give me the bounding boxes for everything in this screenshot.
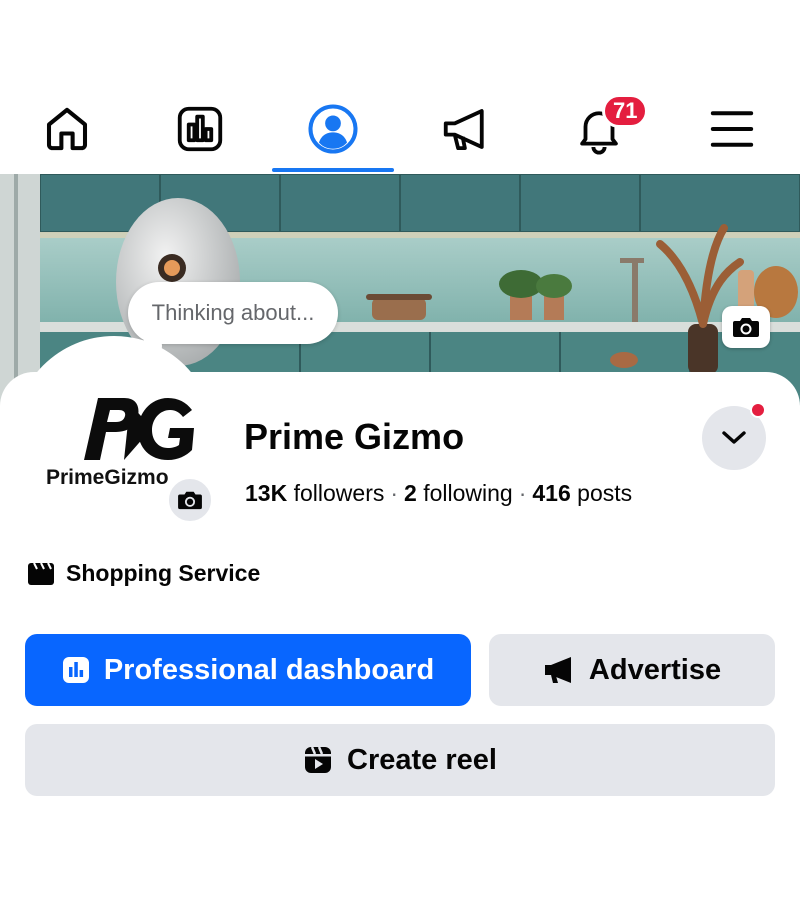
edit-cover-button[interactable] [722, 306, 770, 348]
professional-dashboard-button[interactable]: Professional dashboard [25, 634, 471, 706]
notification-badge: 71 [602, 94, 649, 128]
followers-count: 13K [245, 480, 288, 506]
page-name: Prime Gizmo [244, 416, 465, 457]
advertise-label: Advertise [588, 653, 722, 686]
profile-icon [308, 104, 358, 154]
posts-count: 416 [532, 480, 571, 506]
following-count: 2 [404, 480, 417, 506]
dashboard-icon [177, 106, 223, 152]
home-icon [46, 107, 88, 151]
category-label: Shopping Service [66, 560, 261, 586]
reel-icon [305, 746, 332, 773]
edit-avatar-button[interactable] [166, 476, 214, 524]
nav-notifications[interactable]: 71 [554, 84, 649, 174]
chevron-down-icon [722, 431, 746, 444]
shop-icon [28, 562, 54, 585]
brand-logo-icon [84, 398, 194, 460]
create-reel-label: Create reel [347, 743, 497, 776]
profile-stats: 13K followers · 2 following · 416 posts [245, 480, 632, 507]
stats-separator: · [390, 480, 399, 506]
megaphone-icon [544, 657, 571, 683]
nav-home[interactable] [22, 84, 112, 174]
megaphone-icon [443, 109, 484, 151]
nav-advertise[interactable] [421, 84, 511, 174]
nav-active-indicator [272, 168, 394, 172]
nav-profile[interactable] [288, 84, 378, 174]
camera-icon [733, 318, 759, 337]
posts-label[interactable]: posts [577, 480, 632, 506]
dashboard-icon [62, 657, 89, 683]
notification-dot [750, 402, 766, 418]
advertise-button[interactable]: Advertise [489, 634, 775, 706]
top-nav: 71 [0, 84, 800, 174]
following-label[interactable]: following [423, 480, 513, 506]
menu-icon [710, 111, 754, 147]
nav-dashboard[interactable] [155, 84, 245, 174]
followers-label[interactable]: followers [294, 480, 385, 506]
thought-bubble[interactable]: Thinking about... [128, 282, 338, 344]
nav-menu[interactable] [687, 84, 777, 174]
create-reel-button[interactable]: Create reel [25, 724, 775, 796]
thought-bubble-text: Thinking about... [151, 300, 315, 325]
stats-separator: · [518, 480, 527, 506]
camera-icon [178, 491, 202, 510]
page-category: Shopping Service [26, 560, 260, 587]
professional-dashboard-label: Professional dashboard [103, 653, 435, 686]
